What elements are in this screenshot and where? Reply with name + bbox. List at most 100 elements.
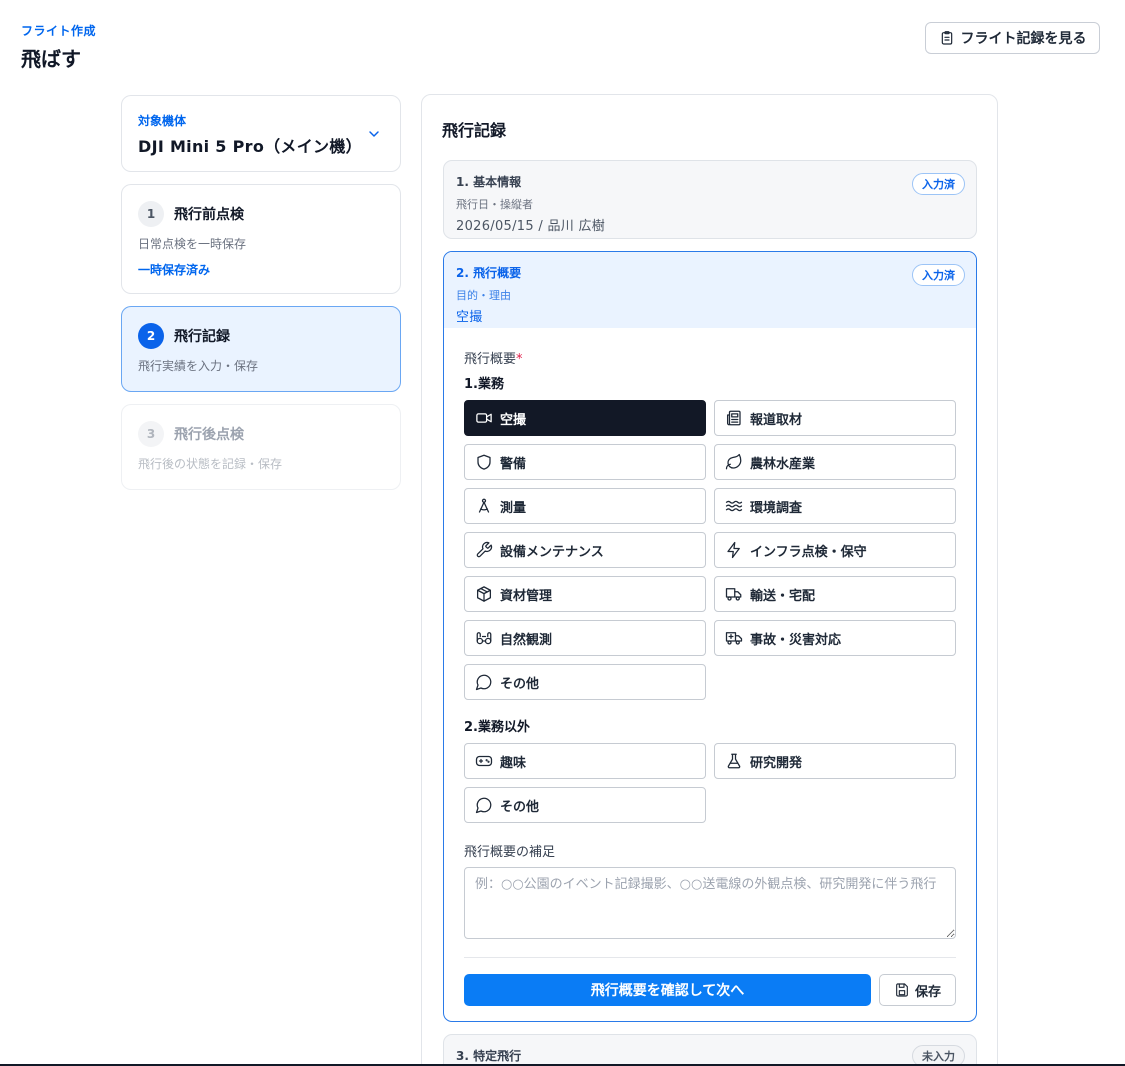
step-number: 2 (138, 323, 164, 349)
chevron-down-icon (369, 131, 379, 137)
shield-icon (477, 454, 491, 470)
binoculars-icon (476, 632, 492, 645)
compass-icon (478, 498, 490, 513)
option-label: その他 (500, 799, 540, 815)
option-label: 研究開発 (750, 755, 803, 771)
floppy-disk-icon (896, 983, 908, 997)
page-title: 飛ばす (21, 47, 81, 71)
option-label: 測量 (500, 500, 527, 516)
business-option-5[interactable]: 環境調査 (714, 488, 956, 524)
option-label: その他 (500, 676, 540, 692)
option-label: 農林水産業 (750, 456, 816, 472)
section-flight-overview: 2. 飛行概要 目的・理由 空撮 入力済 飛行概要* 1.業務 空撮 報道取材 警備… (443, 251, 977, 1022)
aircraft-label: 対象機体 (138, 114, 187, 128)
view-flight-records-label: フライト記録を見る (960, 31, 1087, 47)
business-option-10[interactable]: 自然観測 (464, 620, 706, 656)
step-description: 飛行実績を入力・保存 (138, 359, 259, 373)
step-number: 3 (138, 421, 164, 447)
step-pre-flight-check[interactable]: 1 飛行前点検 日常点検を一時保存 一時保存済み (121, 184, 401, 294)
waves-icon (725, 500, 743, 512)
video-camera-icon (476, 413, 492, 423)
field-label: 飛行概要* (464, 352, 523, 367)
page-header: フライト作成 飛ばす (21, 22, 96, 72)
option-label: 自然観測 (500, 632, 553, 648)
aircraft-selector[interactable]: 対象機体 DJI Mini 5 Pro（メイン機） (121, 95, 401, 172)
option-label: 空撮 (500, 412, 527, 428)
business-option-9[interactable]: 輸送・宅配 (714, 576, 956, 612)
step-status: 一時保存済み (138, 263, 211, 277)
status-badge: 未入力 (912, 1045, 965, 1066)
section-subtitle: 目的・理由 (456, 289, 511, 302)
form-actions: 飛行概要を確認して次へ 保存 (464, 974, 956, 1006)
option-label: インフラ点検・保守 (750, 544, 867, 560)
option-label: 環境調査 (750, 500, 803, 516)
business-option-2[interactable]: 警備 (464, 444, 706, 480)
business-option-4[interactable]: 測量 (464, 488, 706, 524)
business-option-12[interactable]: その他 (464, 664, 706, 700)
business-option-11[interactable]: 事故・災害対応 (714, 620, 956, 656)
view-flight-records-button[interactable]: フライト記録を見る (925, 22, 1100, 54)
option-label: 警備 (500, 456, 527, 472)
non-business-option-2[interactable]: その他 (464, 787, 706, 823)
truck-icon (725, 588, 742, 601)
supplement-label: 飛行概要の補足 (464, 845, 556, 860)
step-title: 飛行後点検 (174, 427, 244, 443)
option-label: 事故・災害対応 (750, 632, 842, 648)
step-post-flight-check[interactable]: 3 飛行後点検 飛行後の状態を記録・保存 (121, 404, 401, 490)
lightning-icon (727, 541, 740, 559)
option-label: 趣味 (500, 755, 527, 771)
option-label: 設備メンテナンス (500, 544, 604, 560)
non-business-option-1[interactable]: 研究開発 (714, 743, 956, 779)
save-button[interactable]: 保存 (879, 974, 956, 1006)
step-title: 飛行前点検 (174, 207, 244, 223)
non-business-option-0[interactable]: 趣味 (464, 743, 706, 779)
wrench-icon (476, 541, 493, 558)
status-badge: 入力済 (912, 173, 965, 195)
section-header[interactable]: 2. 飛行概要 目的・理由 空撮 入力済 (444, 252, 976, 328)
clipboard-icon (941, 31, 952, 45)
business-options: 空撮 報道取材警備 農林水産業測量 環境調査設備メンテナンス インフラ点検・保守資材管理… (464, 400, 956, 700)
save-button-label: 保存 (914, 984, 941, 1000)
business-option-1[interactable]: 報道取材 (714, 400, 956, 436)
flask-icon (727, 753, 741, 769)
status-badge: 入力済 (912, 264, 965, 286)
group-label-non-business: 2.業務以外 (464, 720, 530, 735)
section-basic-info[interactable]: 1. 基本情報 飛行日・操縦者 2026/05/15 / 品川 広樹 入力済 (443, 160, 977, 239)
required-mark: * (516, 352, 523, 367)
step-flight-record[interactable]: 2 飛行記録 飛行実績を入力・保存 (121, 306, 401, 392)
option-label: 輸送・宅配 (750, 588, 816, 604)
gamepad-icon (475, 755, 493, 767)
step-title: 飛行記録 (174, 329, 230, 345)
business-option-3[interactable]: 農林水産業 (714, 444, 956, 480)
section-title: 1. 基本情報 (456, 175, 522, 189)
breadcrumb[interactable]: フライト作成 (21, 22, 96, 39)
section-subtitle: 飛行日・操縦者 (456, 198, 533, 211)
business-option-7[interactable]: インフラ点検・保守 (714, 532, 956, 568)
panel-title: 飛行記録 (442, 121, 507, 140)
business-option-8[interactable]: 資材管理 (464, 576, 706, 612)
non-business-options: 趣味 研究開発その他 (464, 743, 956, 823)
confirm-next-button[interactable]: 飛行概要を確認して次へ (464, 974, 871, 1006)
supplement-textarea[interactable] (464, 867, 956, 939)
business-option-6[interactable]: 設備メンテナンス (464, 532, 706, 568)
business-option-0[interactable]: 空撮 (464, 400, 706, 436)
section-specific-flight[interactable]: 3. 特定飛行 未入力 (443, 1034, 977, 1066)
section-title: 2. 飛行概要 (456, 266, 522, 280)
aircraft-value: DJI Mini 5 Pro（メイン機） (138, 137, 362, 156)
flight-overview-form: 飛行概要* 1.業務 空撮 報道取材警備 農林水産業測量 環境調査設備メンテナンス イン… (464, 348, 956, 1006)
ambulance-icon (725, 632, 743, 645)
option-label: 報道取材 (750, 412, 803, 428)
section-value: 空撮 (456, 310, 483, 325)
section-title: 3. 特定飛行 (456, 1049, 522, 1063)
package-icon (476, 586, 492, 602)
leaf-icon (725, 453, 742, 470)
chat-bubble-icon (475, 797, 492, 814)
flight-record-panel: 飛行記録 1. 基本情報 飛行日・操縦者 2026/05/15 / 品川 広樹 … (421, 94, 998, 1066)
newspaper-icon (726, 410, 741, 426)
divider (464, 957, 956, 958)
group-label-business: 1.業務 (464, 377, 504, 392)
option-label: 資材管理 (500, 588, 553, 604)
step-description: 飛行後の状態を記録・保存 (138, 457, 283, 471)
section-value: 2026/05/15 / 品川 広樹 (456, 219, 606, 234)
chat-bubble-icon (475, 674, 492, 691)
